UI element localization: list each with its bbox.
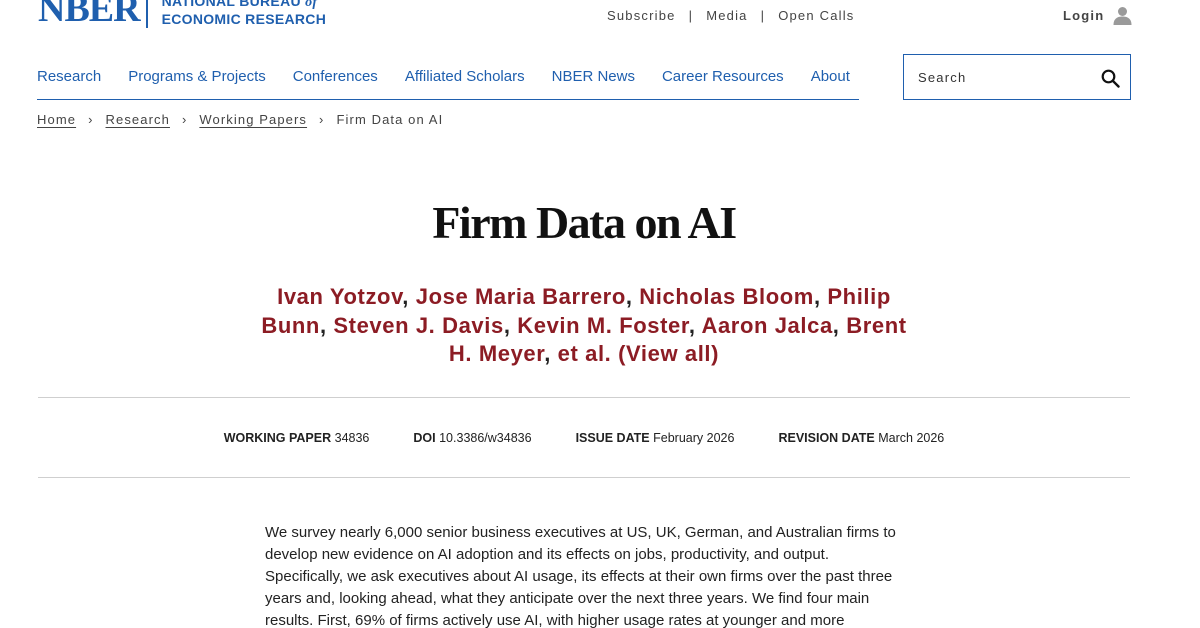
util-nav-separator: | <box>688 8 694 23</box>
chevron-right-icon: › <box>319 112 325 127</box>
search-input[interactable] <box>904 55 1084 99</box>
user-icon <box>1113 7 1132 25</box>
view-all-authors-link[interactable]: et al. (View all) <box>558 341 719 366</box>
logo-wordmark: NATIONAL BUREAU of ECONOMIC RESEARCH <box>162 0 327 27</box>
logo-mark: NBER <box>38 0 141 30</box>
author-link[interactable]: Nicholas Bloom <box>639 284 814 309</box>
nav-item-programs-projects[interactable]: Programs & Projects <box>128 68 266 99</box>
login-button[interactable]: Login <box>1063 6 1132 25</box>
chevron-right-icon: › <box>88 112 94 127</box>
breadcrumb: Home › Research › Working Papers › Firm … <box>37 112 443 127</box>
nav-item-affiliated-scholars[interactable]: Affiliated Scholars <box>405 68 525 99</box>
logo-line1: NATIONAL BUREAU <box>161 0 306 9</box>
search-box <box>903 54 1131 100</box>
breadcrumb-current: Firm Data on AI <box>336 112 444 127</box>
nav-item-career-resources[interactable]: Career Resources <box>662 68 784 99</box>
logo-line2: ECONOMIC RESEARCH <box>161 11 327 27</box>
paper-meta: WORKING PAPER 34836 DOI 10.3386/w34836 I… <box>0 431 1168 445</box>
breadcrumb-working-papers[interactable]: Working Papers <box>199 112 307 127</box>
utility-nav: Subscribe | Media | Open Calls <box>607 8 855 23</box>
breadcrumb-home[interactable]: Home <box>37 112 76 127</box>
login-label: Login <box>1063 8 1105 23</box>
author-link[interactable]: Ivan Yotzov <box>277 284 402 309</box>
author-link[interactable]: Steven J. Davis <box>333 313 503 338</box>
revision-date: REVISION DATE March 2026 <box>778 431 945 445</box>
nber-logo[interactable]: NBER NATIONAL BUREAU of ECONOMIC RESEARC… <box>38 0 326 28</box>
nav-item-nber-news[interactable]: NBER News <box>552 68 635 99</box>
chevron-right-icon: › <box>181 112 188 127</box>
author-link[interactable]: Aaron Jalca <box>701 313 832 338</box>
issue-date: ISSUE DATE February 2026 <box>575 431 735 445</box>
divider <box>38 397 1130 398</box>
util-nav-separator: | <box>760 8 766 23</box>
author-list: Ivan Yotzov, Jose Maria Barrero, Nichola… <box>261 284 907 366</box>
logo-divider <box>145 0 148 28</box>
abstract-text: We survey nearly 6,000 senior business e… <box>265 524 896 628</box>
nav-item-research[interactable]: Research <box>37 68 101 99</box>
nav-item-conferences[interactable]: Conferences <box>293 68 378 99</box>
working-paper-number: WORKING PAPER 34836 <box>223 431 370 445</box>
author-link[interactable]: Jose Maria Barrero <box>416 284 626 309</box>
main-nav: Research Programs & Projects Conferences… <box>37 68 859 100</box>
util-link-media[interactable]: Media <box>706 8 747 23</box>
doi: DOI 10.3386/w34836 <box>413 431 532 445</box>
util-link-subscribe[interactable]: Subscribe <box>607 8 676 23</box>
breadcrumb-research[interactable]: Research <box>106 112 170 127</box>
search-icon[interactable] <box>1101 69 1120 88</box>
nav-item-about[interactable]: About <box>811 68 850 99</box>
divider <box>38 477 1130 478</box>
page-title: Firm Data on AI <box>432 197 737 248</box>
util-link-open-calls[interactable]: Open Calls <box>778 8 854 23</box>
logo-line1-italic: of <box>305 0 318 10</box>
author-link[interactable]: Kevin M. Foster <box>517 313 689 338</box>
